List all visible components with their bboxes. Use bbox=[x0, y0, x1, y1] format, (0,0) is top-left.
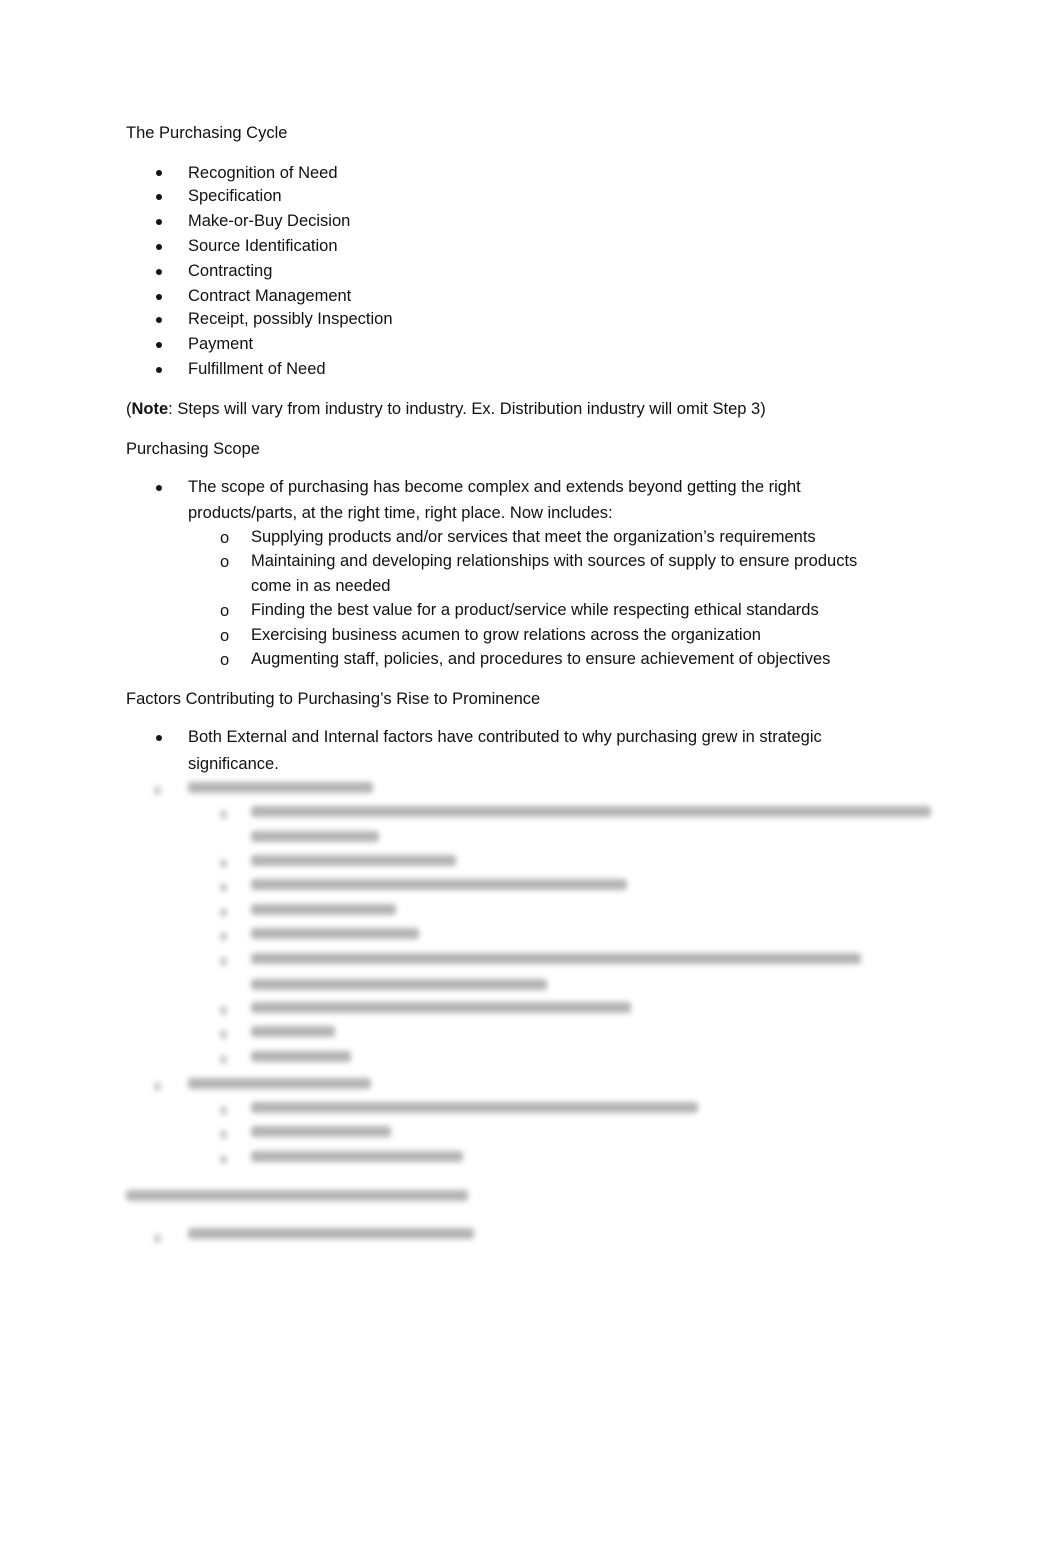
blurred-bullet bbox=[220, 932, 227, 941]
blurred-bullet bbox=[220, 883, 227, 892]
blurred-line bbox=[251, 1102, 698, 1113]
blurred-bullet bbox=[154, 1234, 161, 1243]
blurred-bullet bbox=[220, 859, 227, 868]
blurred-bullet bbox=[220, 810, 227, 819]
blurred-bullet bbox=[220, 1130, 227, 1139]
blurred-line bbox=[251, 1151, 463, 1162]
blurred-line bbox=[188, 1078, 371, 1089]
blurred-bullet bbox=[220, 957, 227, 966]
blurred-heading bbox=[126, 1190, 468, 1201]
blurred-preview-region bbox=[0, 0, 1062, 1556]
blurred-line bbox=[251, 1126, 391, 1137]
blurred-line bbox=[251, 979, 547, 990]
blurred-line bbox=[251, 928, 419, 939]
blurred-line bbox=[251, 831, 379, 842]
blurred-bullet bbox=[154, 786, 161, 795]
blurred-line bbox=[251, 806, 931, 817]
blurred-bullet bbox=[220, 1106, 227, 1115]
blurred-line bbox=[251, 1002, 631, 1013]
blurred-line bbox=[188, 1228, 474, 1239]
blurred-bullet bbox=[220, 1030, 227, 1039]
blurred-line bbox=[188, 782, 373, 793]
blurred-line bbox=[251, 904, 396, 915]
blurred-line bbox=[251, 1026, 335, 1037]
blurred-bullet bbox=[220, 908, 227, 917]
blurred-bullet bbox=[220, 1055, 227, 1064]
blurred-bullet bbox=[154, 1082, 161, 1091]
blurred-line bbox=[251, 1051, 351, 1062]
blurred-bullet bbox=[220, 1006, 227, 1015]
document-page: The Purchasing Cycle Recognition of Need… bbox=[0, 0, 1062, 1556]
blurred-bullet bbox=[220, 1155, 227, 1164]
blurred-line bbox=[251, 953, 861, 964]
blurred-line bbox=[251, 879, 627, 890]
blurred-line bbox=[251, 855, 456, 866]
